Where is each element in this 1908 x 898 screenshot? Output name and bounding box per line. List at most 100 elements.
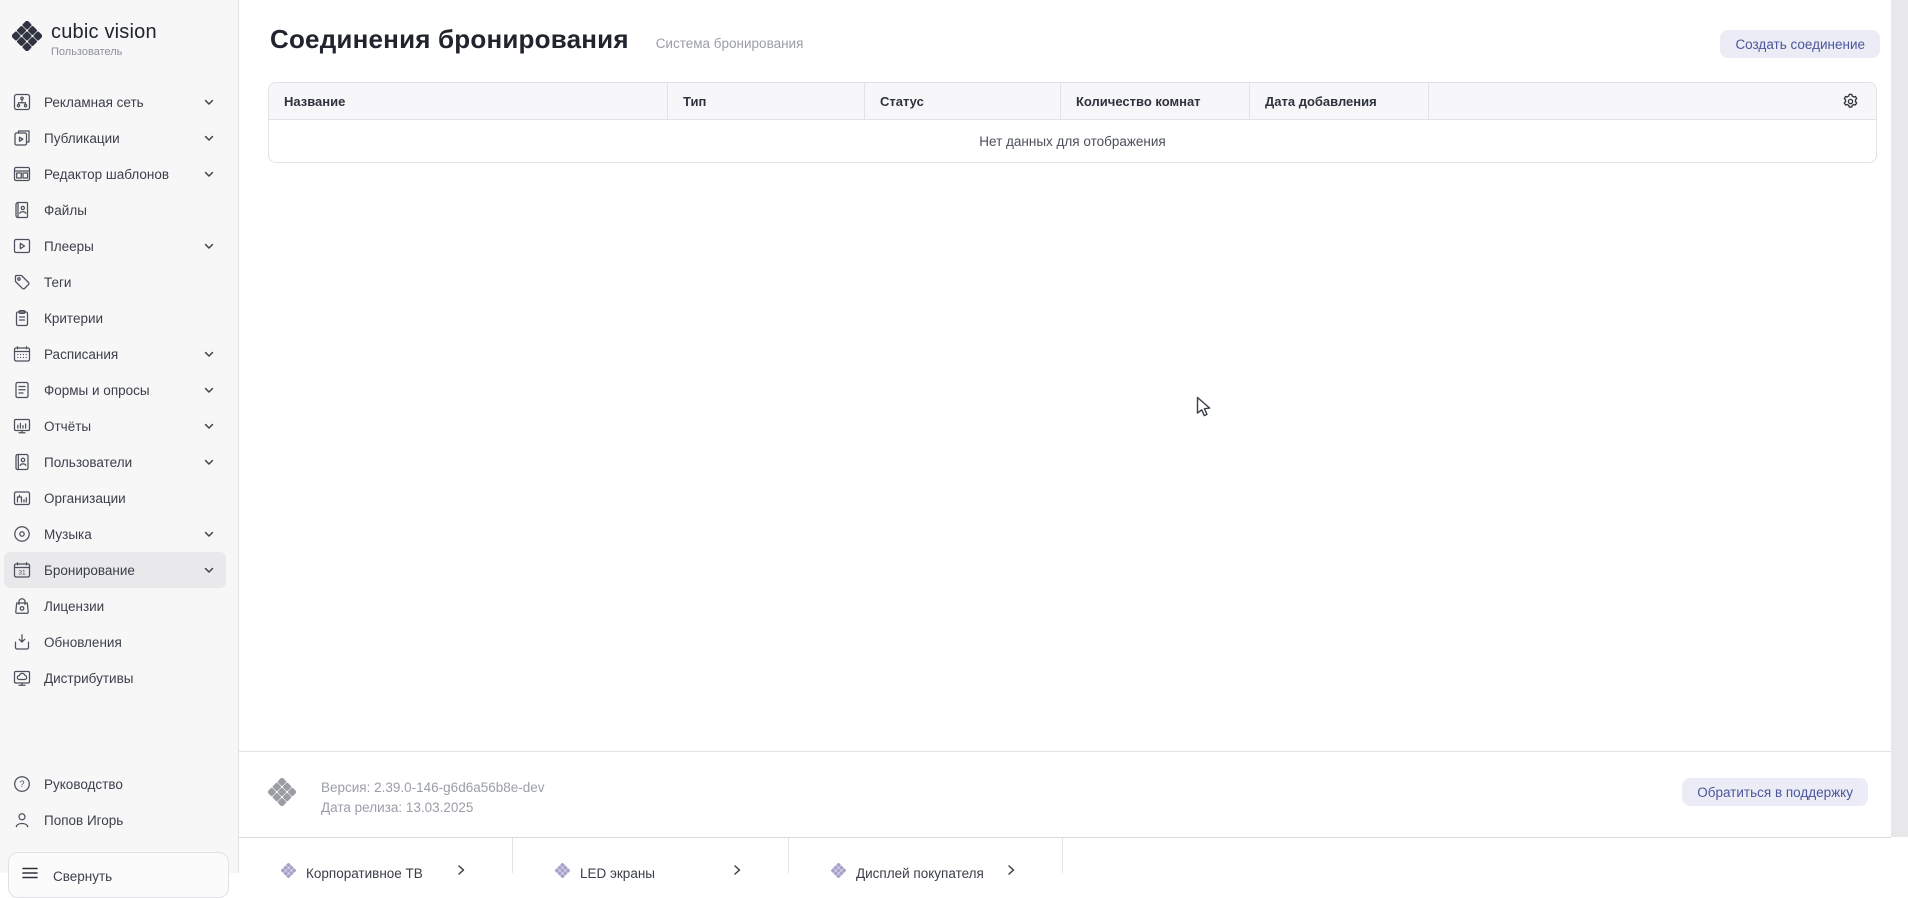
sidebar: cubic vision Пользователь Рекламная сеть… <box>0 0 239 873</box>
users-icon <box>11 451 33 473</box>
licenses-icon <box>11 595 33 617</box>
reports-icon <box>11 415 33 437</box>
sidebar-item-booking[interactable]: 31 Бронирование <box>4 552 226 588</box>
sidebar-footer-menu: ? Руководство Попов Игорь <box>0 766 238 838</box>
sidebar-item-updates[interactable]: Обновления <box>4 624 226 660</box>
sidebar-item-ad-network[interactable]: Рекламная сеть <box>4 84 226 120</box>
criteria-icon <box>11 307 33 329</box>
sidebar-item-players[interactable]: Плееры <box>4 228 226 264</box>
brand: cubic vision Пользователь <box>12 21 157 58</box>
sidebar-item-label: Критерии <box>44 311 103 326</box>
create-connection-button[interactable]: Создать соединение <box>1720 30 1880 58</box>
card-logo-icon <box>281 863 296 883</box>
sidebar-item-label: Бронирование <box>44 563 135 578</box>
page-header: Соединения бронирования Система брониров… <box>270 24 803 55</box>
user-icon <box>11 809 33 831</box>
card-label: Дисплей покупателя <box>856 866 984 881</box>
sidebar-item-files[interactable]: Файлы <box>4 192 226 228</box>
brand-subtitle: Пользователь <box>51 46 157 58</box>
distributions-icon <box>11 667 33 689</box>
publications-icon <box>11 127 33 149</box>
sidebar-item-label: Отчёты <box>44 419 91 434</box>
sidebar-item-label: Дистрибутивы <box>44 671 133 686</box>
chevron-down-icon <box>202 563 216 577</box>
contact-support-button[interactable]: Обратиться в поддержку <box>1682 778 1868 806</box>
column-header-date-added: Дата добавления <box>1250 83 1429 119</box>
sidebar-item-schedules[interactable]: Расписания <box>4 336 226 372</box>
ad-network-icon <box>11 91 33 113</box>
sidebar-item-tags[interactable]: Теги <box>4 264 226 300</box>
table-settings-gear-icon[interactable] <box>1838 89 1862 113</box>
connections-table: Название Тип Статус Количество комнат Да… <box>268 82 1877 163</box>
chevron-down-icon <box>202 167 216 181</box>
sidebar-item-organizations[interactable]: Организации <box>4 480 226 516</box>
sidebar-item-forms[interactable]: Формы и опросы <box>4 372 226 408</box>
svg-text:31: 31 <box>18 570 26 577</box>
sidebar-item-label: Руководство <box>44 777 123 792</box>
menu-burger-icon <box>20 863 40 888</box>
players-icon <box>11 235 33 257</box>
chevron-down-icon <box>202 95 216 109</box>
table-header-row: Название Тип Статус Количество комнат Да… <box>269 83 1876 120</box>
sidebar-item-label: Обновления <box>44 635 122 650</box>
mouse-cursor <box>1196 396 1213 419</box>
breadcrumb[interactable]: Система бронирования <box>656 36 804 51</box>
bottom-card[interactable]: LED экраны <box>513 838 789 873</box>
column-header-rooms: Количество комнат <box>1061 83 1250 119</box>
chevron-down-icon <box>202 527 216 541</box>
chevron-down-icon <box>202 131 216 145</box>
forms-icon <box>11 379 33 401</box>
sidebar-item-publications[interactable]: Публикации <box>4 120 226 156</box>
sidebar-item-label: Формы и опросы <box>44 383 150 398</box>
bottom-card[interactable]: Корпоративное ТВ <box>239 838 513 873</box>
sidebar-item-label: Лицензии <box>44 599 104 614</box>
card-label: LED экраны <box>580 866 655 881</box>
version-footer: Версия: 2.39.0-146-g6d6a56b8e-dev Дата р… <box>239 751 1908 837</box>
card-logo-icon <box>555 863 570 883</box>
cubic-vision-logo-icon <box>12 21 42 56</box>
updates-icon <box>11 631 33 653</box>
sidebar-item-label: Расписания <box>44 347 118 362</box>
card-logo-icon <box>831 863 846 883</box>
sidebar-item-label: Пользователи <box>44 455 132 470</box>
card-label: Корпоративное ТВ <box>306 866 423 881</box>
sidebar-item-label: Редактор шаблонов <box>44 167 169 182</box>
chevron-down-icon <box>202 383 216 397</box>
table-empty-state: Нет данных для отображения <box>269 120 1876 162</box>
sidebar-item-label: Теги <box>44 275 71 290</box>
template-editor-icon <box>11 163 33 185</box>
sidebar-item-template-editor[interactable]: Редактор шаблонов <box>4 156 226 192</box>
chevron-down-icon <box>202 347 216 361</box>
sidebar-collapse-button[interactable]: Свернуть <box>8 852 229 898</box>
column-header-actions <box>1429 83 1876 119</box>
sidebar-item-reports[interactable]: Отчёты <box>4 408 226 444</box>
chevron-down-icon <box>202 239 216 253</box>
sidebar-item-help[interactable]: ? Руководство <box>4 766 226 802</box>
booking-icon: 31 <box>11 559 33 581</box>
sidebar-item-label: Организации <box>44 491 126 506</box>
footer-logo-icon <box>268 778 296 811</box>
sidebar-item-criteria[interactable]: Критерии <box>4 300 226 336</box>
organizations-icon <box>11 487 33 509</box>
tags-icon <box>11 271 33 293</box>
chevron-down-icon <box>202 455 216 469</box>
bottom-card[interactable]: Дисплей покупателя <box>789 838 1063 873</box>
sidebar-item-distributions[interactable]: Дистрибутивы <box>4 660 226 696</box>
column-header-status: Статус <box>865 83 1061 119</box>
brand-name: cubic vision <box>51 21 157 44</box>
chevron-down-icon <box>202 419 216 433</box>
sidebar-item-music[interactable]: Музыка <box>4 516 226 552</box>
sidebar-item-licenses[interactable]: Лицензии <box>4 588 226 624</box>
release-date-text: Дата релиза: 13.03.2025 <box>321 798 545 818</box>
sidebar-item-label: Файлы <box>44 203 87 218</box>
sidebar-item-users[interactable]: Пользователи <box>4 444 226 480</box>
sidebar-item-user[interactable]: Попов Игорь <box>4 802 226 838</box>
scrollbar-track[interactable] <box>1891 0 1908 837</box>
sidebar-item-label: Публикации <box>44 131 120 146</box>
column-header-type: Тип <box>668 83 865 119</box>
sidebar-item-label: Попов Игорь <box>44 813 123 828</box>
svg-text:?: ? <box>19 779 24 789</box>
sidebar-item-label: Плееры <box>44 239 94 254</box>
bottom-cards-strip: Корпоративное ТВ LED экраны Дисплей поку… <box>239 837 1891 873</box>
sidebar-menu: Рекламная сеть Публикации Редактор шабло… <box>0 84 238 696</box>
